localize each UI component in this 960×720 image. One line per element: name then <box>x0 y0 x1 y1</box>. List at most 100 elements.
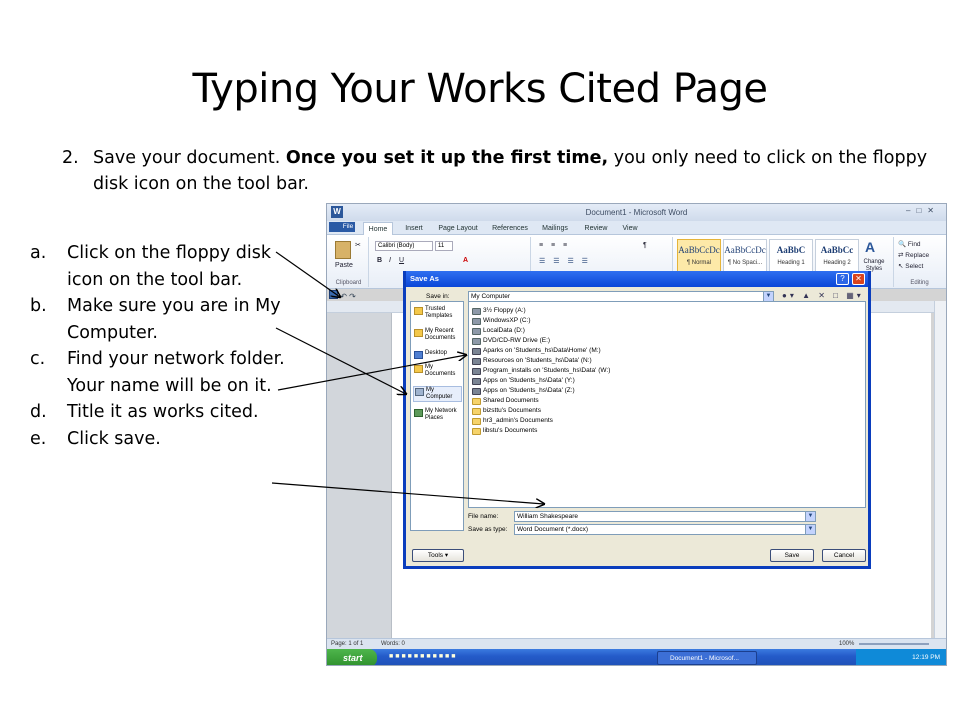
network-drive-icon <box>472 358 481 365</box>
tools-label: Tools <box>427 552 444 559</box>
save-type-label: Save as type: <box>468 526 508 533</box>
file-item[interactable]: LocalData (D:) <box>471 326 525 336</box>
file-item-label: Resources on 'Students_hs\Data' (N:) <box>483 357 592 364</box>
place-my-computer[interactable]: My Computer <box>413 386 462 402</box>
editing-label: Editing <box>910 280 929 286</box>
start-button[interactable]: start <box>327 649 377 665</box>
place-recent-documents[interactable]: My Recent Documents <box>413 328 462 342</box>
place-my-documents[interactable]: My Documents <box>413 364 462 378</box>
font-color-icon[interactable]: A <box>463 257 468 264</box>
file-item[interactable]: Program_installs on 'Students_hs\Data' (… <box>471 366 610 376</box>
font-size-box[interactable]: 11 <box>435 241 453 251</box>
redo-icon[interactable]: ↷ <box>349 292 356 301</box>
file-item[interactable]: 3½ Floppy (A:) <box>471 306 526 316</box>
file-item[interactable]: DVD/CD-RW Drive (E:) <box>471 336 550 346</box>
underline-icon[interactable]: U <box>399 257 404 264</box>
file-name-input[interactable]: William Shakespeare ▼ <box>514 511 816 522</box>
save-button[interactable]: Save <box>770 549 814 562</box>
tools-button[interactable]: Tools ▾ <box>412 549 464 562</box>
file-name-label: File name: <box>468 513 499 520</box>
style-no-spacing[interactable]: AaBbCcDc ¶ No Spaci... <box>723 239 767 273</box>
place-label: My Computer <box>426 387 453 400</box>
cut-icon[interactable]: ✂ <box>355 241 361 249</box>
replace-button[interactable]: ⇄ Replace <box>898 251 929 259</box>
tab-review[interactable]: Review <box>581 222 611 235</box>
paste-button[interactable]: Paste <box>335 262 353 269</box>
file-item-label: WindowsXP (C:) <box>483 317 531 324</box>
file-item[interactable]: WindowsXP (C:) <box>471 316 531 326</box>
quick-launch-icons[interactable]: ■■■■■■■■■■■ <box>389 653 458 660</box>
file-item[interactable]: Resources on 'Students_hs\Data' (N:) <box>471 356 592 366</box>
file-item[interactable]: Apps on 'Students_hs\Data' (Y:) <box>471 376 575 386</box>
place-desktop[interactable]: Desktop <box>413 350 462 359</box>
cancel-button[interactable]: Cancel <box>822 549 866 562</box>
folder-icon <box>472 418 481 425</box>
window-controls[interactable]: –□✕ <box>906 206 940 215</box>
close-button[interactable]: ✕ <box>852 273 865 285</box>
file-item-label: Apps on 'Students_hs\Data' (Z:) <box>483 387 575 394</box>
file-list: 3½ Floppy (A:) WindowsXP (C:) LocalData … <box>468 301 866 508</box>
substep-text: Find your network folder. Your name will… <box>67 349 285 396</box>
file-item-label: 3½ Floppy (A:) <box>483 307 526 314</box>
word-title-bar: W Document1 - Microsoft Word –□✕ <box>327 204 946 221</box>
file-item[interactable]: bizsttu's Documents <box>471 406 541 416</box>
bold-icon[interactable]: B <box>377 257 382 264</box>
tab-home[interactable]: Home <box>363 222 393 235</box>
tab-file[interactable]: File <box>329 222 355 232</box>
folder-icon <box>414 365 423 373</box>
save-type-select[interactable]: Word Document (*.docx) ▼ <box>514 524 816 535</box>
change-styles-icon[interactable]: A <box>865 239 875 255</box>
file-item[interactable]: libstu's Documents <box>471 426 537 436</box>
ribbon-tabs: File Home Insert Page Layout References … <box>327 221 946 235</box>
network-drive-icon <box>472 348 481 355</box>
document-margin <box>327 313 391 638</box>
find-label: Find <box>907 241 921 248</box>
bullets-icon[interactable]: ≡ ≡ ≡ <box>539 242 570 249</box>
style-normal[interactable]: AaBbCcDc ¶ Normal <box>677 239 721 273</box>
tab-page-layout[interactable]: Page Layout <box>435 222 481 235</box>
undo-icon[interactable]: ↶ <box>340 292 347 301</box>
taskbar-word-button[interactable]: Document1 - Microsof... <box>657 651 757 665</box>
tab-view[interactable]: View <box>617 222 643 235</box>
file-item-label: LocalData (D:) <box>483 327 525 334</box>
tab-mailings[interactable]: Mailings <box>537 222 573 235</box>
align-icon[interactable]: ☰ ☰ ☰ ☰ <box>539 257 591 265</box>
substep-letter: d. <box>30 402 47 422</box>
substep: b. Make sure you are in My Computer. <box>30 293 290 346</box>
network-drive-icon <box>472 378 481 385</box>
help-button[interactable]: ? <box>836 273 849 285</box>
style-heading-1[interactable]: AaBbC Heading 1 <box>769 239 813 273</box>
style-name: Heading 1 <box>777 260 805 266</box>
file-item[interactable]: Apps on 'Students_hs\Data' (Z:) <box>471 386 575 396</box>
step-2: 2. Save your document. Once you set it u… <box>62 145 942 197</box>
style-sample: AaBbCcDc <box>678 245 720 255</box>
file-item[interactable]: Shared Documents <box>471 396 539 406</box>
drive-icon <box>472 318 481 325</box>
file-item[interactable]: hr3_admin's Documents <box>471 416 553 426</box>
drive-icon <box>472 338 481 345</box>
floppy-disk-save-icon[interactable] <box>329 290 338 299</box>
place-trusted-templates[interactable]: Trusted Templates <box>413 306 462 320</box>
find-button[interactable]: 🔍 Find <box>898 240 921 248</box>
pilcrow-icon[interactable]: ¶ <box>643 242 647 249</box>
style-heading-2[interactable]: AaBbCc Heading 2 <box>815 239 859 273</box>
place-network-places[interactable]: My Network Places <box>413 408 462 422</box>
zoom-slider[interactable] <box>859 643 929 645</box>
file-item[interactable]: Aparks on 'Students_hs\Data\Home' (M:) <box>471 346 601 356</box>
save-in-label: Save in: <box>426 293 450 300</box>
step-2-text-before: Save your document. <box>93 148 286 168</box>
select-button[interactable]: ↖ Select <box>898 262 923 270</box>
file-name-value: William Shakespeare <box>517 513 579 520</box>
substep-text: Click on the floppy disk icon on the too… <box>67 243 271 290</box>
paste-icon[interactable] <box>335 241 351 259</box>
status-bar: Page: 1 of 1 Words: 0 100% <box>327 638 946 649</box>
chevron-down-icon: ▼ <box>763 292 773 301</box>
tab-insert[interactable]: Insert <box>399 222 429 235</box>
dialog-toolbar-icons[interactable]: ●▾ ▲ ✕ □ ▦▾ <box>782 291 864 300</box>
file-item-label: Aparks on 'Students_hs\Data\Home' (M:) <box>483 347 601 354</box>
vertical-scrollbar[interactable] <box>934 301 946 638</box>
tab-references[interactable]: References <box>489 222 531 235</box>
italic-icon[interactable]: I <box>389 257 391 264</box>
desktop-icon <box>414 351 423 359</box>
font-name-box[interactable]: Calibri (Body) <box>375 241 433 251</box>
